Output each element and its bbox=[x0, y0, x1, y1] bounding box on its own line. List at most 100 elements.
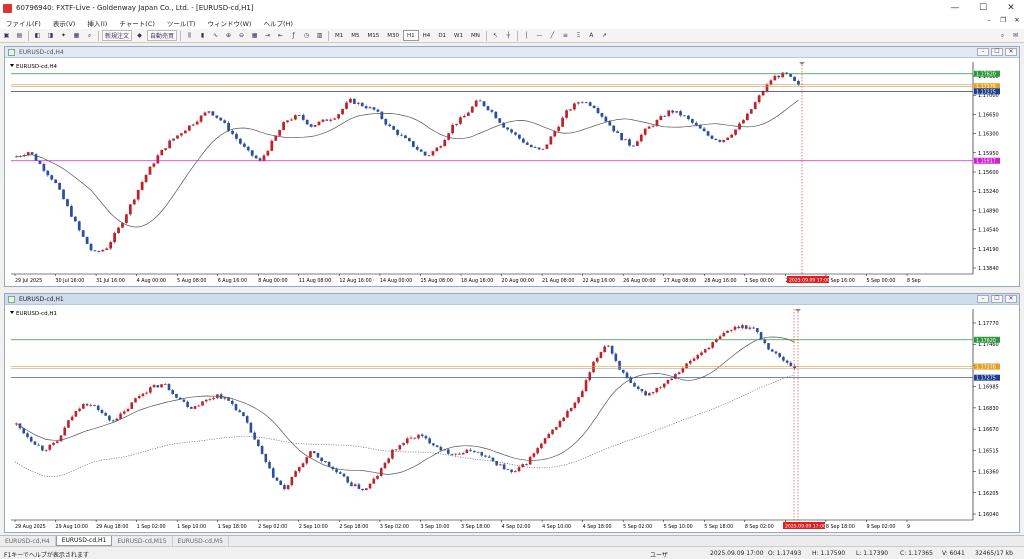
candle-body bbox=[413, 437, 417, 439]
chart-window-h1[interactable]: EURUSD-cd,H1 – ☐ ✕ EURUSD-cd,H1 1.17770 1.… bbox=[4, 293, 1020, 533]
menu-insert[interactable]: 挿入(I) bbox=[81, 18, 113, 28]
chart-minimize-icon[interactable]: – bbox=[977, 295, 989, 303]
cursor-icon[interactable]: ↖ bbox=[490, 30, 501, 41]
timeframe-h1-button[interactable]: H1 bbox=[403, 30, 419, 41]
vertical-line-icon[interactable]: │ bbox=[521, 30, 532, 41]
zoom-in-icon[interactable]: ⊕ bbox=[223, 30, 234, 41]
candle-body bbox=[781, 72, 785, 78]
timeframe-h4-button[interactable]: H4 bbox=[419, 30, 435, 41]
menu-view[interactable]: 表示(V) bbox=[47, 18, 82, 28]
crosshair-icon[interactable]: ┼ bbox=[503, 30, 514, 41]
tile-icon[interactable]: ▦ bbox=[249, 30, 260, 41]
periods-icon[interactable]: ◷ bbox=[301, 30, 312, 41]
chart-minimize-icon[interactable]: – bbox=[977, 48, 989, 56]
text-icon[interactable]: A bbox=[586, 30, 597, 41]
trendline-icon[interactable]: ╱ bbox=[547, 30, 558, 41]
chat-icon[interactable]: ✉ bbox=[1010, 30, 1021, 41]
meta-editor-icon[interactable]: ◆ bbox=[134, 30, 145, 41]
candle-body bbox=[74, 411, 78, 417]
minimize-icon[interactable]: — bbox=[944, 0, 966, 16]
candle-body bbox=[274, 135, 278, 141]
candle-body bbox=[415, 146, 419, 150]
candle-body bbox=[105, 248, 109, 250]
candle-body bbox=[777, 75, 781, 78]
candle-body bbox=[242, 143, 246, 147]
candle-body bbox=[63, 427, 67, 436]
chart-tabs: EURUSD-cd,H4 EURUSD-cd,H1 EURUSD-cd,M15 … bbox=[0, 535, 1024, 546]
dropdown-triangle-icon[interactable] bbox=[10, 311, 14, 314]
candle-body bbox=[474, 100, 478, 107]
candle-body bbox=[41, 445, 44, 451]
candle-body bbox=[388, 124, 392, 127]
candle-body bbox=[629, 377, 633, 383]
navigator-icon[interactable]: ✦ bbox=[58, 30, 69, 41]
auto-trade-button[interactable]: 自動売買 bbox=[147, 30, 178, 41]
timeframe-mn-button[interactable]: MN bbox=[467, 30, 484, 41]
timeframe-m5-button[interactable]: M5 bbox=[347, 30, 363, 41]
chart-close-icon[interactable]: ✕ bbox=[1005, 295, 1017, 303]
fibonacci-icon[interactable]: Ξ bbox=[573, 30, 584, 41]
arrow-icon[interactable]: ➚ bbox=[599, 30, 610, 41]
candle-body bbox=[718, 139, 722, 142]
dropdown-triangle-icon[interactable] bbox=[10, 64, 14, 67]
menu-window[interactable]: ウィンドウ(W) bbox=[201, 18, 257, 28]
chart-close-icon[interactable]: ✕ bbox=[1005, 48, 1017, 56]
tab-eurusd-m15[interactable]: EURUSD-cd,M15 bbox=[112, 536, 173, 546]
channel-icon[interactable]: ≡ bbox=[560, 30, 571, 41]
timeframe-m1-button[interactable]: M1 bbox=[331, 30, 347, 41]
menu-chart[interactable]: チャート(C) bbox=[113, 18, 161, 28]
indicators-icon[interactable]: ƒ bbox=[288, 30, 299, 41]
candle-body bbox=[557, 126, 561, 132]
candle-body bbox=[219, 117, 223, 121]
candle-body bbox=[96, 405, 100, 411]
timeframe-w1-button[interactable]: W1 bbox=[450, 30, 467, 41]
candle-body bbox=[305, 457, 309, 464]
chart-shift-icon[interactable]: ⇤ bbox=[275, 30, 286, 41]
line-chart-icon[interactable]: ∿ bbox=[210, 30, 221, 41]
tester-icon[interactable]: ⌕ bbox=[84, 30, 95, 41]
time-tick-label: 30 Jul 16:00 bbox=[56, 278, 85, 284]
autoscroll-icon[interactable]: ⇥ bbox=[262, 30, 273, 41]
chart-shift-triangle-icon[interactable] bbox=[799, 62, 805, 65]
tab-eurusd-m5[interactable]: EURUSD-cd,M5 bbox=[173, 536, 229, 546]
candle-body bbox=[636, 386, 640, 390]
child-minimize-icon[interactable]: – bbox=[982, 16, 996, 24]
candle-chart-icon[interactable]: ▮ bbox=[197, 30, 208, 41]
candle-body bbox=[648, 393, 651, 396]
timeframe-m15-button[interactable]: M15 bbox=[364, 30, 384, 41]
chart-maximize-icon[interactable]: ☐ bbox=[991, 48, 1003, 56]
market-watch-icon[interactable]: ◧ bbox=[32, 30, 43, 41]
candle-body bbox=[66, 199, 69, 207]
search-icon[interactable]: ⌕ bbox=[997, 30, 1008, 41]
timeframe-d1-button[interactable]: D1 bbox=[434, 30, 450, 41]
new-order-button[interactable]: 新規注文 bbox=[102, 30, 133, 41]
templates-icon[interactable]: ▥ bbox=[314, 30, 325, 41]
menu-tools[interactable]: ツール(T) bbox=[161, 18, 202, 28]
horizontal-line-icon[interactable]: — bbox=[534, 30, 545, 41]
child-restore-icon[interactable]: ❐ bbox=[996, 16, 1010, 24]
terminal-icon[interactable]: ▦ bbox=[71, 30, 82, 41]
chart-h1-plot[interactable]: EURUSD-cd,H11.177701.174601.171451.16985… bbox=[5, 305, 1019, 532]
zoom-out-icon[interactable]: ⊖ bbox=[236, 30, 247, 41]
candle-body bbox=[250, 150, 254, 156]
chart-shift-triangle-icon[interactable] bbox=[795, 309, 801, 312]
tab-eurusd-h1[interactable]: EURUSD-cd,H1 bbox=[55, 536, 113, 546]
candle-body bbox=[569, 109, 572, 111]
chart-maximize-icon[interactable]: ☐ bbox=[991, 295, 1003, 303]
profiles-icon[interactable]: ▤ bbox=[14, 30, 25, 41]
candle-body bbox=[404, 135, 407, 139]
menu-help[interactable]: ヘルプ(H) bbox=[257, 18, 298, 28]
bar-chart-icon[interactable]: ⫼ bbox=[184, 30, 195, 41]
candle-body bbox=[502, 464, 506, 470]
menu-file[interactable]: ファイル(F) bbox=[0, 18, 47, 28]
close-icon[interactable]: ✕ bbox=[1000, 0, 1022, 16]
maximize-icon[interactable]: ☐ bbox=[972, 0, 994, 16]
child-close-icon[interactable]: ✕ bbox=[1010, 16, 1024, 24]
tab-eurusd-h4[interactable]: EURUSD-cd,H4 bbox=[0, 536, 56, 546]
new-chart-icon[interactable]: ▣ bbox=[1, 30, 12, 41]
candle-body bbox=[290, 119, 293, 121]
chart-window-h4[interactable]: EURUSD-cd,H4 – ☐ ✕ EURUSD-cd,H4 1.17360 1.… bbox=[4, 46, 1020, 287]
chart-h4-plot[interactable]: EURUSD-cd,H41.173601.170001.166501.16300… bbox=[5, 58, 1019, 286]
timeframe-m30-button[interactable]: M30 bbox=[383, 30, 403, 41]
data-window-icon[interactable]: ◨ bbox=[45, 30, 56, 41]
